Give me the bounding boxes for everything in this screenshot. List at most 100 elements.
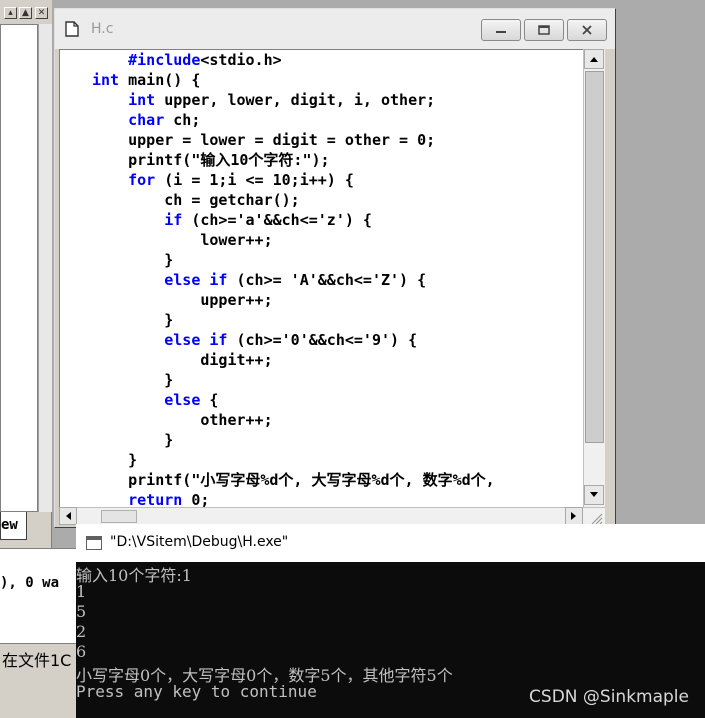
code-keyword: if xyxy=(164,211,183,229)
code-line[interactable]: ch = getchar(); xyxy=(92,190,495,210)
code-line[interactable]: else if (ch>='0'&&ch<='9') { xyxy=(92,330,495,350)
workspace-tree[interactable] xyxy=(0,24,38,512)
code-text: } xyxy=(92,311,174,329)
code-line[interactable]: printf("输入10个字符:"); xyxy=(92,150,495,170)
code-keyword: else if xyxy=(164,331,228,349)
code-line[interactable]: else { xyxy=(92,390,495,410)
workspace-restore-button[interactable]: ▴ xyxy=(4,7,17,19)
build-output-tab[interactable]: 在文件1C xyxy=(2,647,71,671)
code-line[interactable]: } xyxy=(92,370,495,390)
code-keyword: else xyxy=(164,391,201,409)
code-keyword: #include xyxy=(128,51,201,69)
console-line: 1 xyxy=(76,582,87,601)
console-line: 6 xyxy=(76,642,87,661)
code-line[interactable]: } xyxy=(92,450,495,470)
code-text: } xyxy=(92,451,138,469)
code-text: printf("输入10个字符:"); xyxy=(92,151,330,169)
close-icon xyxy=(582,25,592,35)
code-line[interactable]: if (ch>='a'&&ch<='z') { xyxy=(92,210,495,230)
code-text: } xyxy=(92,251,174,269)
workspace-close-button[interactable]: ✕ xyxy=(35,7,48,19)
code-line[interactable]: digit++; xyxy=(92,350,495,370)
code-line[interactable]: } xyxy=(92,310,495,330)
code-line[interactable]: printf("小写字母%d个, 大写字母%d个, 数字%d个, xyxy=(92,470,495,490)
arrow-up-icon xyxy=(590,57,598,62)
code-line[interactable]: upper = lower = digit = other = 0; xyxy=(92,130,495,150)
scroll-up-button[interactable] xyxy=(584,49,604,69)
build-output-pane: ), 0 wa 在文件1C xyxy=(0,548,76,718)
code-text: (ch>= 'A'&&ch<='Z') { xyxy=(227,271,427,289)
build-output-message: ), 0 wa xyxy=(0,575,60,591)
code-line[interactable]: } xyxy=(92,250,495,270)
code-text: <stdio.h> xyxy=(200,51,282,69)
code-text: 0; xyxy=(182,491,210,507)
code-line[interactable]: else if (ch>= 'A'&&ch<='Z') { xyxy=(92,270,495,290)
code-text: (ch>='0'&&ch<='9') { xyxy=(227,331,418,349)
status-area xyxy=(0,669,76,718)
code-line[interactable]: upper++; xyxy=(92,290,495,310)
horizontal-scroll-thumb[interactable] xyxy=(101,510,137,523)
workspace-maximize-button[interactable]: ▲ xyxy=(19,7,32,19)
code-line[interactable]: return 0; xyxy=(92,490,495,507)
console-window: "D:\VSitem\Debug\H.exe" 输入10个字符:1 1 5 2 … xyxy=(76,524,705,718)
console-line: 2 xyxy=(76,622,87,641)
code-text: ch; xyxy=(164,111,201,129)
code-line[interactable]: int main() { xyxy=(92,70,495,90)
console-line: 5 xyxy=(76,602,87,621)
code-line[interactable]: char ch; xyxy=(92,110,495,130)
code-text: other++; xyxy=(92,411,273,429)
minimize-button[interactable] xyxy=(481,19,521,41)
code-text: lower++; xyxy=(92,231,273,249)
arrow-down-icon xyxy=(590,492,598,497)
code-line[interactable]: int upper, lower, digit, i, other; xyxy=(92,90,495,110)
code-text: (i = 1;i <= 10;i++) { xyxy=(155,171,354,189)
console-titlebar[interactable]: "D:\VSitem\Debug\H.exe" xyxy=(76,524,705,562)
code-text: upper, lower, digit, i, other; xyxy=(155,91,436,109)
console-line: Press any key to continue xyxy=(76,682,317,701)
close-button[interactable] xyxy=(567,19,607,41)
code-line[interactable]: for (i = 1;i <= 10;i++) { xyxy=(92,170,495,190)
code-text: digit++; xyxy=(92,351,273,369)
code-text: (ch>='a'&&ch<='z') { xyxy=(182,211,372,229)
code-keyword: return xyxy=(128,491,183,507)
code-text: ch = getchar(); xyxy=(92,191,300,209)
workspace-titlebar: ▴ ▲ ✕ xyxy=(0,0,52,24)
code-keyword: for xyxy=(128,171,156,189)
maximize-button[interactable] xyxy=(524,19,564,41)
code-line[interactable]: other++; xyxy=(92,410,495,430)
code-line[interactable]: #include<stdio.h> xyxy=(92,50,495,70)
code-text: upper++; xyxy=(92,291,273,309)
code-text: printf("小写字母%d个, 大写字母%d个, 数字%d个, xyxy=(92,471,495,489)
code-editor[interactable]: #include<stdio.h> int main() { int upper,… xyxy=(59,49,583,507)
vertical-scrollbar[interactable] xyxy=(583,49,605,507)
code-text: upper = lower = digit = other = 0; xyxy=(92,131,436,149)
scroll-left-button[interactable] xyxy=(59,507,77,525)
horizontal-scrollbar[interactable] xyxy=(59,507,605,525)
code-line[interactable]: } xyxy=(92,430,495,450)
workspace-scrollbar[interactable] xyxy=(38,24,52,512)
source-code[interactable]: #include<stdio.h> int main() { int upper,… xyxy=(60,50,495,507)
editor-window: H.c #include<stdio.h> int main() { int up… xyxy=(54,8,616,528)
workspace-pane: ▴ ▲ ✕ ew xyxy=(0,0,52,548)
workspace-tab-fileview[interactable]: ew xyxy=(0,512,27,540)
code-keyword: int xyxy=(92,71,120,89)
code-line[interactable]: lower++; xyxy=(92,230,495,250)
editor-titlebar[interactable]: H.c xyxy=(55,9,615,49)
vertical-scroll-thumb[interactable] xyxy=(585,71,604,443)
console-line: 输入10个字符:1 xyxy=(76,566,192,585)
code-text: } xyxy=(92,431,174,449)
maximize-icon xyxy=(538,25,550,35)
scroll-right-button[interactable] xyxy=(565,507,583,525)
code-keyword: int xyxy=(128,91,156,109)
resize-grip-icon[interactable] xyxy=(587,509,603,525)
scroll-down-button[interactable] xyxy=(584,485,604,505)
code-text: { xyxy=(200,391,219,409)
